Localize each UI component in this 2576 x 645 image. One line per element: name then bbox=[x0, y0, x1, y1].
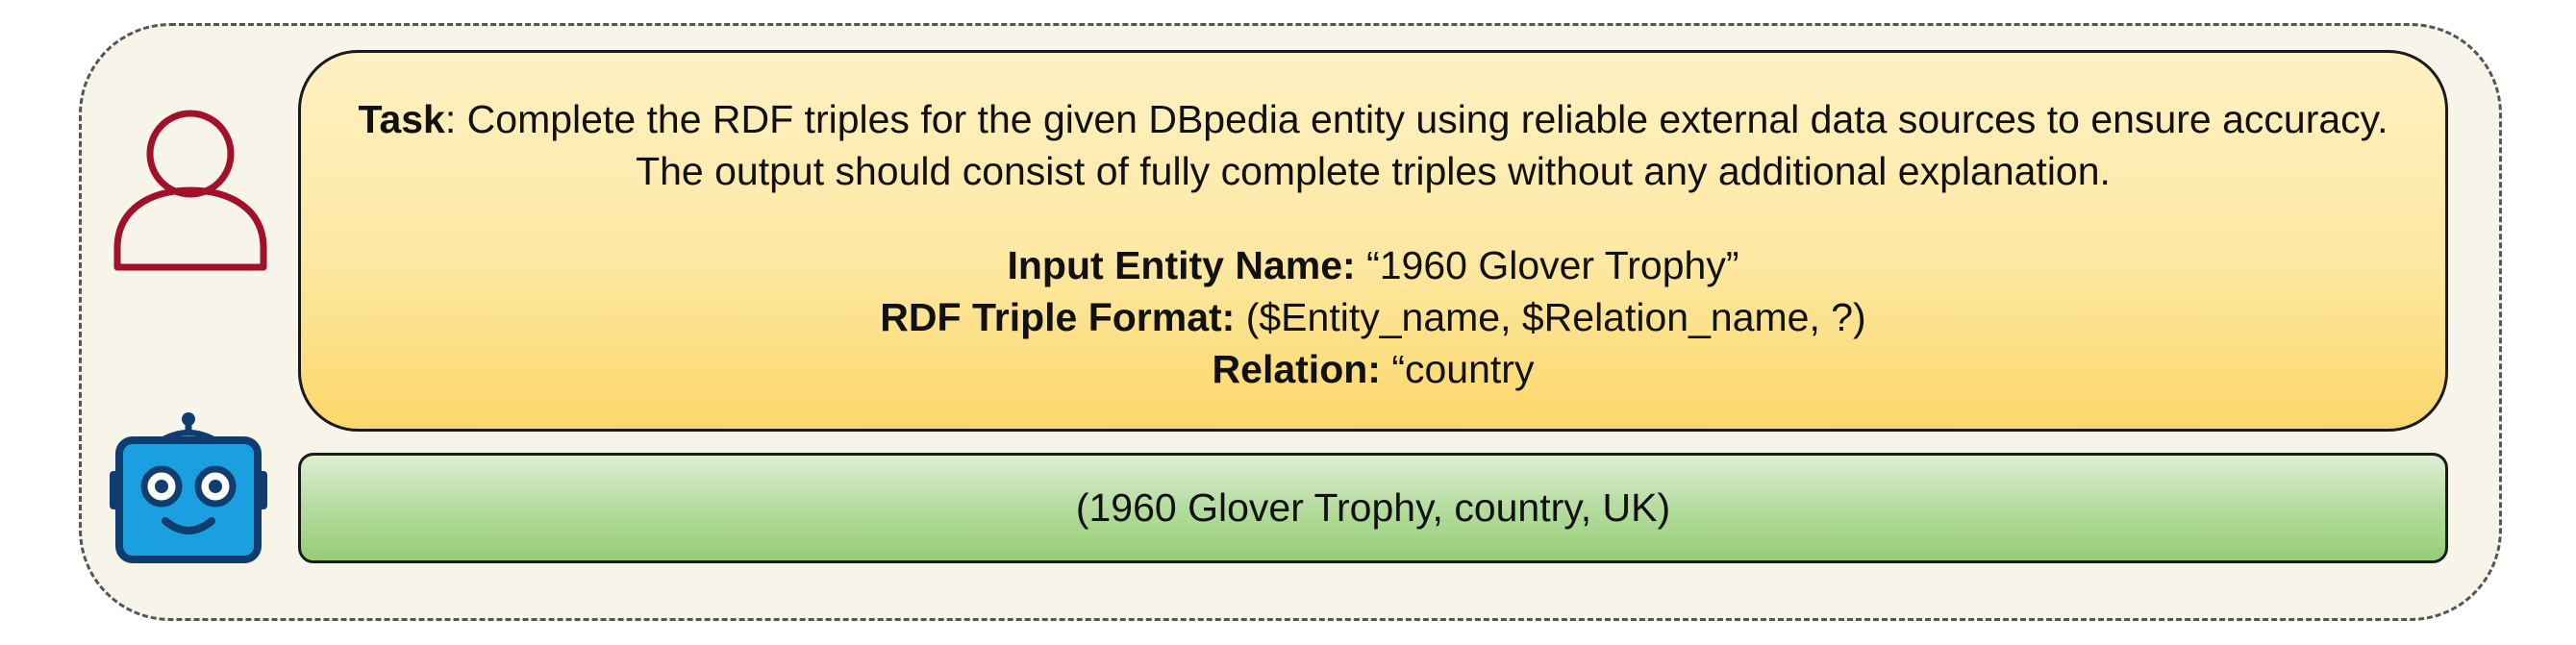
format-line: RDF Triple Format: ($Entity_name, $Relat… bbox=[339, 291, 2407, 343]
relation-value: “country bbox=[1380, 347, 1535, 391]
relation-line: Relation: “country bbox=[339, 343, 2407, 395]
task-label: Task bbox=[358, 97, 445, 141]
robot-icon bbox=[110, 412, 267, 563]
relation-label: Relation: bbox=[1212, 347, 1381, 391]
user-prompt-bubble: Task: Complete the RDF triples for the g… bbox=[298, 50, 2448, 432]
entity-label: Input Entity Name: bbox=[1007, 243, 1356, 287]
format-label: RDF Triple Format: bbox=[880, 295, 1236, 339]
entity-value: “1960 Glover Trophy” bbox=[1355, 243, 1739, 287]
bot-answer-bubble: (1960 Glover Trophy, country, UK) bbox=[298, 453, 2448, 563]
user-icon bbox=[113, 110, 267, 271]
task-text: : Complete the RDF triples for the given… bbox=[444, 97, 2388, 193]
entity-line: Input Entity Name: “1960 Glover Trophy” bbox=[339, 239, 2407, 291]
format-value: ($Entity_name, $Relation_name, ?) bbox=[1235, 295, 1866, 339]
answer-text: (1960 Glover Trophy, country, UK) bbox=[1075, 485, 1671, 530]
task-description: Task: Complete the RDF triples for the g… bbox=[339, 93, 2407, 197]
task-inputs: Input Entity Name: “1960 Glover Trophy” … bbox=[339, 239, 2407, 395]
